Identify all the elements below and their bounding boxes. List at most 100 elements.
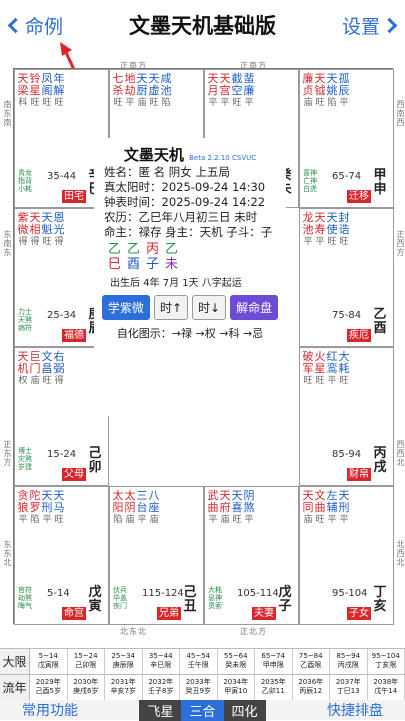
palace-xu[interactable]: 破军旺火星旺红鸾平大耗旺85-94丙 戌财帛: [299, 347, 394, 486]
liunian-cell[interactable]: 2030年 庚戌6岁: [68, 675, 106, 700]
daxian-cell[interactable]: 95~104 丁亥限: [368, 649, 405, 674]
true-solar-time: 真太阳时：2025-09-24 14:30: [94, 180, 286, 195]
mode-sihua[interactable]: 四化: [224, 700, 266, 721]
liunian-cell[interactable]: 2029年 己酉5岁: [30, 675, 68, 700]
daxian-cell[interactable]: 25~34 庚辰限: [105, 649, 143, 674]
star-column: 巨门庙: [29, 351, 41, 387]
palace-range: 5-14: [47, 588, 70, 599]
star-char: 陷: [327, 97, 336, 109]
palace-chou[interactable]: 太阳陷太阴庙三台平八座庙伏兵 华盖 丧门115-124己 丑兄弟: [109, 486, 204, 625]
star-char: 平: [137, 514, 146, 526]
palace-name: 夫妻: [252, 607, 276, 620]
palace-range: 105-114: [237, 588, 279, 599]
liunian-cell[interactable]: 2034年 甲寅10: [218, 675, 256, 700]
star-char: 科: [18, 97, 27, 109]
star-char: 庙: [149, 514, 158, 526]
mode-sanhe[interactable]: 三合: [181, 700, 223, 721]
liunian-cell[interactable]: 2031年 辛亥7岁: [105, 675, 143, 700]
back-button[interactable]: 命例: [0, 12, 71, 39]
star-column: 太阴庙: [124, 490, 136, 526]
palace-range: 35-44: [47, 171, 76, 182]
liunian-cell[interactable]: 2032年 壬子8岁: [143, 675, 181, 700]
daxian-row: 大限 5~14 戊寅限15~24 己卯限25~34 庚辰限35~44 辛巳限45…: [0, 648, 405, 674]
star-column: 天钺旺: [314, 73, 326, 109]
star-list: 七杀旺地劫平天厨庙天虚旺咸池陷: [110, 70, 203, 109]
dir-label-right3: 西西北: [395, 440, 405, 467]
palace-zi[interactable]: 武曲平天府庙天喜旺阴煞平大耗 息神 贯索105-114戊 子夫妻: [204, 486, 299, 625]
star-char: 喜: [232, 502, 243, 514]
hour-up-button[interactable]: 时↑: [154, 295, 188, 320]
palace-hai[interactable]: 天同庙文曲旺左辅平天刑平95-104丁 亥子女: [299, 486, 394, 625]
palace-gods: 博士 灾煞 岁建: [18, 447, 32, 471]
star-char: 旺: [339, 236, 348, 248]
star-list: 武曲平天府庙天喜旺阴煞平: [205, 487, 298, 526]
mode-segment: 飞星 三合 四化: [139, 700, 265, 721]
palace-range: 115-124: [142, 588, 184, 599]
daxian-cell[interactable]: 5~14 戊寅限: [30, 649, 68, 674]
star-char: 庙: [137, 97, 146, 109]
palace-ganzhi: 丙 戌: [373, 447, 387, 475]
star-column: 天虚旺: [148, 73, 160, 109]
star-column: 大耗旺: [338, 351, 350, 387]
star-char: 庙: [30, 375, 39, 387]
learn-ziwei-button[interactable]: 学紫微: [102, 295, 150, 320]
palace-range: 25-34: [47, 310, 76, 321]
mode-feixing[interactable]: 飞星: [139, 700, 181, 721]
interpret-chart-button[interactable]: 解命盘: [230, 295, 278, 320]
star-column: 火星旺: [314, 351, 326, 387]
center-buttons: 学紫微 时↑ 时↓ 解命盘: [94, 295, 286, 320]
pillar-year: 乙 巳: [108, 242, 121, 272]
star-char: 平: [18, 514, 27, 526]
common-functions-button[interactable]: 常用功能: [0, 700, 100, 720]
daxian-cell[interactable]: 65~74 甲申限: [255, 649, 293, 674]
star-char: 得: [54, 375, 63, 387]
star-char: 平: [220, 97, 229, 109]
daxian-cell[interactable]: 35~44 辛巳限: [143, 649, 181, 674]
settings-label: 设置: [342, 12, 380, 39]
daxian-cell[interactable]: 55~64 癸未限: [218, 649, 256, 674]
liunian-cell[interactable]: 2036年 丙辰12: [293, 675, 331, 700]
star-column: 蜚廉平: [243, 73, 255, 109]
star-char: 曲: [208, 502, 219, 514]
daxian-cell[interactable]: 45~54 壬午限: [180, 649, 218, 674]
star-char: 平: [339, 514, 348, 526]
star-column: 天使旺: [326, 212, 338, 248]
star-column: 截空旺: [231, 73, 243, 109]
star-column: 文曲旺: [314, 490, 326, 526]
daxian-cell[interactable]: 75~84 乙酉限: [293, 649, 331, 674]
liunian-cell[interactable]: 2033年 癸丑9岁: [180, 675, 218, 700]
daxian-cell[interactable]: 85~94 丙戌限: [330, 649, 368, 674]
star-char: 弼: [54, 363, 65, 375]
hour-down-button[interactable]: 时↓: [192, 295, 226, 320]
palace-yin[interactable]: 贪狼平陀罗陷天刑平天马旺官符 劫煞 晦气5-14戊 寅命宫: [14, 486, 109, 625]
star-column: 廉贞庙: [302, 73, 314, 109]
quick-chart-button[interactable]: 快捷排盘: [305, 700, 405, 720]
liunian-cell[interactable]: 2037年 丁巳13: [330, 675, 368, 700]
star-char: 同: [303, 502, 314, 514]
liunian-row: 流年 2029年 己酉5岁2030年 庚戌6岁2031年 辛亥7岁2032年 壬…: [0, 674, 405, 700]
star-char: 平: [327, 514, 336, 526]
daxian-cell[interactable]: 15~24 己卯限: [68, 649, 106, 674]
palace-you[interactable]: 龙池平天寿平天使旺封诰旺75-84乙 酉疾厄: [299, 208, 394, 347]
clock-time: 钟表时间：2025-09-24 14:22: [94, 195, 286, 210]
star-char: 庙: [125, 514, 134, 526]
palace-ganzhi: 戊 寅: [88, 586, 102, 614]
star-column: 右弼得: [53, 351, 65, 387]
star-column: 八座庙: [148, 490, 160, 526]
star-column: 文昌旺: [41, 351, 53, 387]
palace-name: 迁移: [347, 190, 371, 203]
dir-label-bot: 北东北: [120, 626, 147, 637]
star-char: 军: [303, 363, 314, 375]
liunian-cell[interactable]: 2038年 戊午14: [368, 675, 405, 700]
star-column: 破军旺: [302, 351, 314, 387]
palace-shen[interactable]: 廉贞庙天钺旺天姚陷孤辰平喜神 亡神 白虎65-74甲 申迁移: [299, 69, 394, 208]
star-list: 廉贞庙天钺旺天姚陷孤辰平: [300, 70, 393, 109]
star-column: 天刑平: [338, 490, 350, 526]
liunian-cell[interactable]: 2035年 乙卯11: [255, 675, 293, 700]
settings-button[interactable]: 设置: [334, 12, 405, 39]
star-char: 旺: [303, 375, 312, 387]
star-column: 武曲平: [207, 490, 219, 526]
star-char: 罗: [30, 502, 41, 514]
star-char: 旺: [315, 514, 324, 526]
star-column: 孤辰平: [338, 73, 350, 109]
